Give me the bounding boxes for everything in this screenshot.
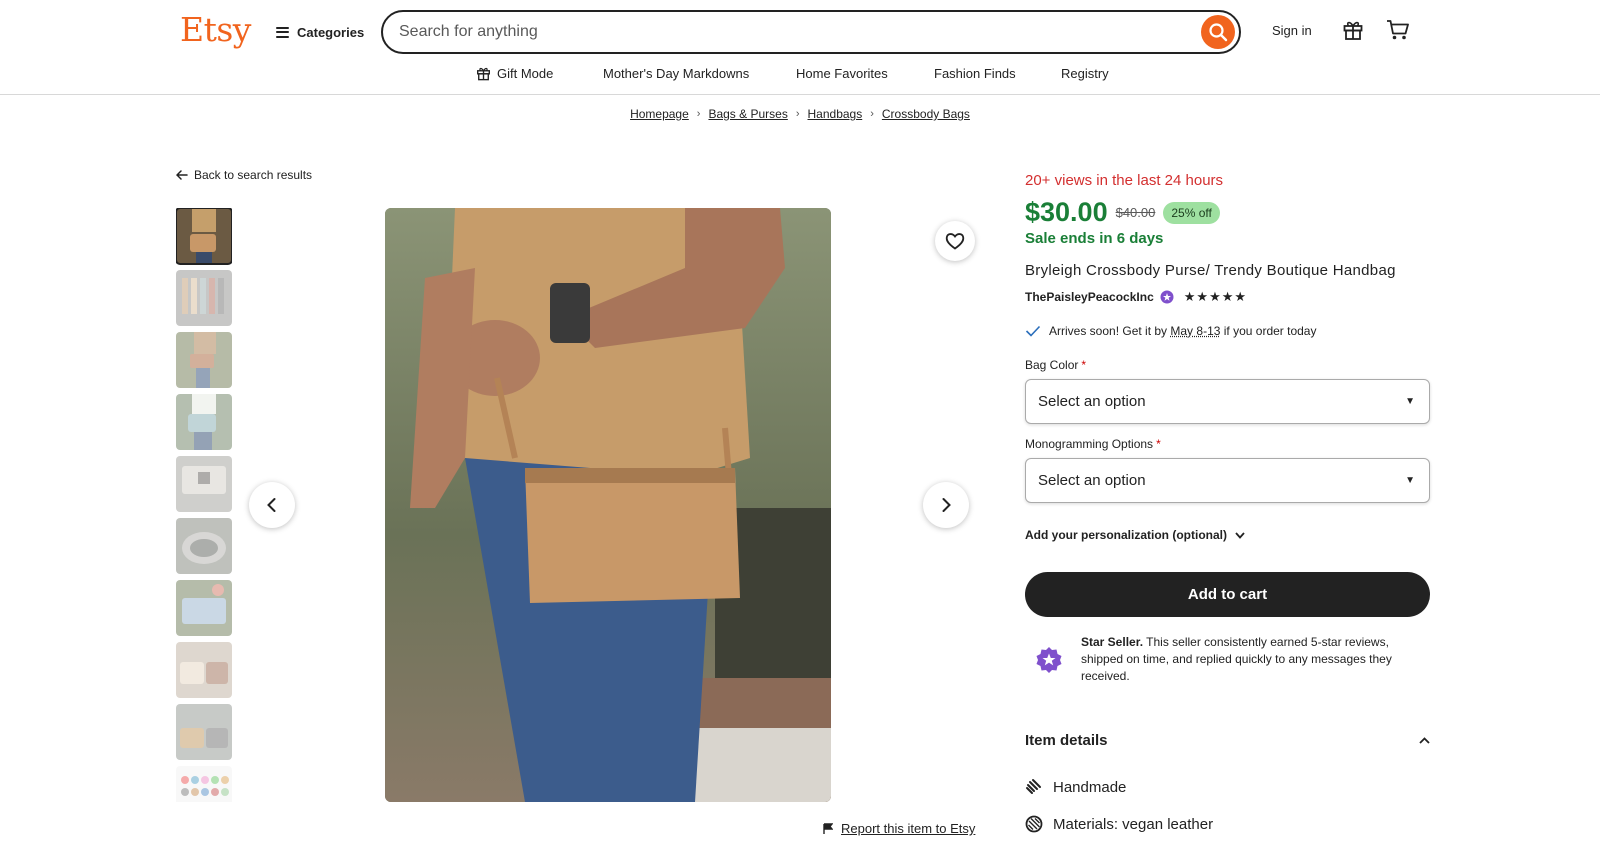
chevron-right-icon: › [696,108,701,120]
report-item-link[interactable]: Report this item to Etsy [823,821,975,836]
cart-icon[interactable] [1386,19,1410,46]
thumbnail-strip [176,208,232,802]
next-image-button[interactable] [923,482,969,528]
star-seller-icon [1035,646,1063,679]
heart-icon [945,233,965,250]
rating-stars[interactable]: ★ ★ ★ ★ ★ [1184,289,1246,305]
star-icon: ★ [1209,289,1221,304]
main-product-image[interactable] [385,208,831,802]
back-label: Back to search results [194,168,313,182]
sign-in-link[interactable]: Sign in [1272,23,1312,38]
caret-down-icon: ▼ [1405,475,1415,486]
chevron-right-icon: › [870,108,874,120]
thumbnail-3[interactable] [176,332,232,388]
favorite-button[interactable] [935,221,975,261]
search-bar [381,10,1241,54]
item-details-toggle[interactable]: Item details [1025,732,1430,749]
breadcrumb: Homepage › Bags & Purses › Handbags › Cr… [0,107,1600,121]
flag-icon [823,822,833,834]
monogram-value: Select an option [1038,472,1146,489]
previous-image-button[interactable] [249,482,295,528]
thumbnail-6[interactable] [176,518,232,574]
chevron-right-icon [942,498,951,512]
add-to-cart-button[interactable]: Add to cart [1025,572,1430,617]
arrives-suffix: if you order today [1223,324,1317,338]
hand-icon [1026,779,1041,794]
subnav-fashion-finds[interactable]: Fashion Finds [934,66,1016,81]
shop-info: ThePaisleyPeacockInc ★ ★ ★ ★ ★ [1025,289,1246,305]
chevron-left-icon [267,498,276,512]
thumbnail-5[interactable] [176,456,232,512]
star-icon: ★ [1183,289,1196,304]
views-alert: 20+ views in the last 24 hours [1025,172,1224,189]
report-label: Report this item to Etsy [841,821,976,836]
bag-color-value: Select an option [1038,393,1146,410]
subnav-gift-mode[interactable]: Gift Mode [476,66,553,81]
product-title: Bryleigh Crossbody Purse/ Trendy Boutiqu… [1025,262,1396,279]
shop-name-link[interactable]: ThePaisleyPeacockInc [1025,290,1154,304]
search-icon [1209,23,1228,42]
breadcrumb-homepage[interactable]: Homepage [630,107,689,121]
site-header: Etsy Categories Sign in [0,0,1600,95]
chevron-down-icon [1235,531,1245,539]
discount-badge: 25% off [1163,201,1220,224]
original-price: $40.00 [1115,205,1156,220]
handmade-label: Handmade [1053,778,1127,796]
back-to-results-link[interactable]: Back to search results [176,168,312,182]
price-row: $30.00 $40.00 25% off [1025,197,1220,228]
subnav-mothers-day[interactable]: Mother's Day Markdowns [603,66,749,81]
menu-icon [276,26,289,38]
materials-label: Materials: vegan leather [1053,815,1214,833]
breadcrumb-crossbody-bags[interactable]: Crossbody Bags [882,107,970,121]
gift-icon [477,67,490,81]
subnav-label: Gift Mode [497,66,554,81]
bag-color-label: Bag Color * [1025,358,1087,372]
thumbnail-7[interactable] [176,580,232,636]
etsy-logo[interactable]: Etsy [180,10,251,49]
delivery-estimate: Arrives soon! Get it by May 8-13 if you … [1025,324,1316,338]
categories-label: Categories [297,24,365,40]
item-details-heading: Item details [1025,732,1108,749]
caret-down-icon: ▼ [1405,396,1415,407]
bag-color-select[interactable]: Select an option ▼ [1025,379,1430,424]
breadcrumb-bags-purses[interactable]: Bags & Purses [708,107,787,121]
delivery-date[interactable]: May 8-13 [1170,324,1220,338]
star-icon: ★ [1234,289,1247,304]
personalization-label: Add your personalization (optional) [1025,528,1227,542]
star-icon: ★ [1196,289,1209,304]
materials-icon [1025,815,1043,833]
gift-icon[interactable] [1342,19,1364,46]
sub-navigation: Gift Mode Mother's Day Markdowns Home Fa… [0,66,1600,86]
thumbnail-2[interactable] [176,270,232,326]
monogram-label: Monogramming Options * [1025,437,1161,451]
star-seller-title: Star Seller. [1081,635,1144,649]
chevron-right-icon: › [795,108,800,120]
star-seller-info: Star Seller. This seller consistently ea… [1081,634,1433,685]
arrow-left-icon [176,170,188,180]
thumbnail-1[interactable] [176,208,232,265]
personalization-toggle[interactable]: Add your personalization (optional) [1025,528,1245,542]
thumbnail-9[interactable] [176,704,232,760]
sale-countdown: Sale ends in 6 days [1025,230,1164,247]
checkmark-icon [1025,325,1041,337]
star-icon: ★ [1221,289,1234,304]
thumbnail-10[interactable] [176,766,232,802]
sale-price: $30.00 [1025,197,1108,227]
search-button[interactable] [1201,15,1235,49]
search-input[interactable] [399,12,1179,52]
handmade-detail: Handmade [1025,778,1126,796]
materials-detail: Materials: vegan leather [1025,815,1213,833]
chevron-up-icon [1419,737,1430,744]
monogram-select[interactable]: Select an option ▼ [1025,458,1430,503]
star-seller-badge-icon [1160,290,1174,304]
arrives-prefix: Arrives soon! Get it by [1049,324,1168,338]
categories-button[interactable]: Categories [276,22,364,42]
thumbnail-4[interactable] [176,394,232,450]
subnav-home-favorites[interactable]: Home Favorites [796,66,888,81]
thumbnail-8[interactable] [176,642,232,698]
breadcrumb-handbags[interactable]: Handbags [808,107,863,121]
subnav-registry[interactable]: Registry [1061,66,1109,81]
